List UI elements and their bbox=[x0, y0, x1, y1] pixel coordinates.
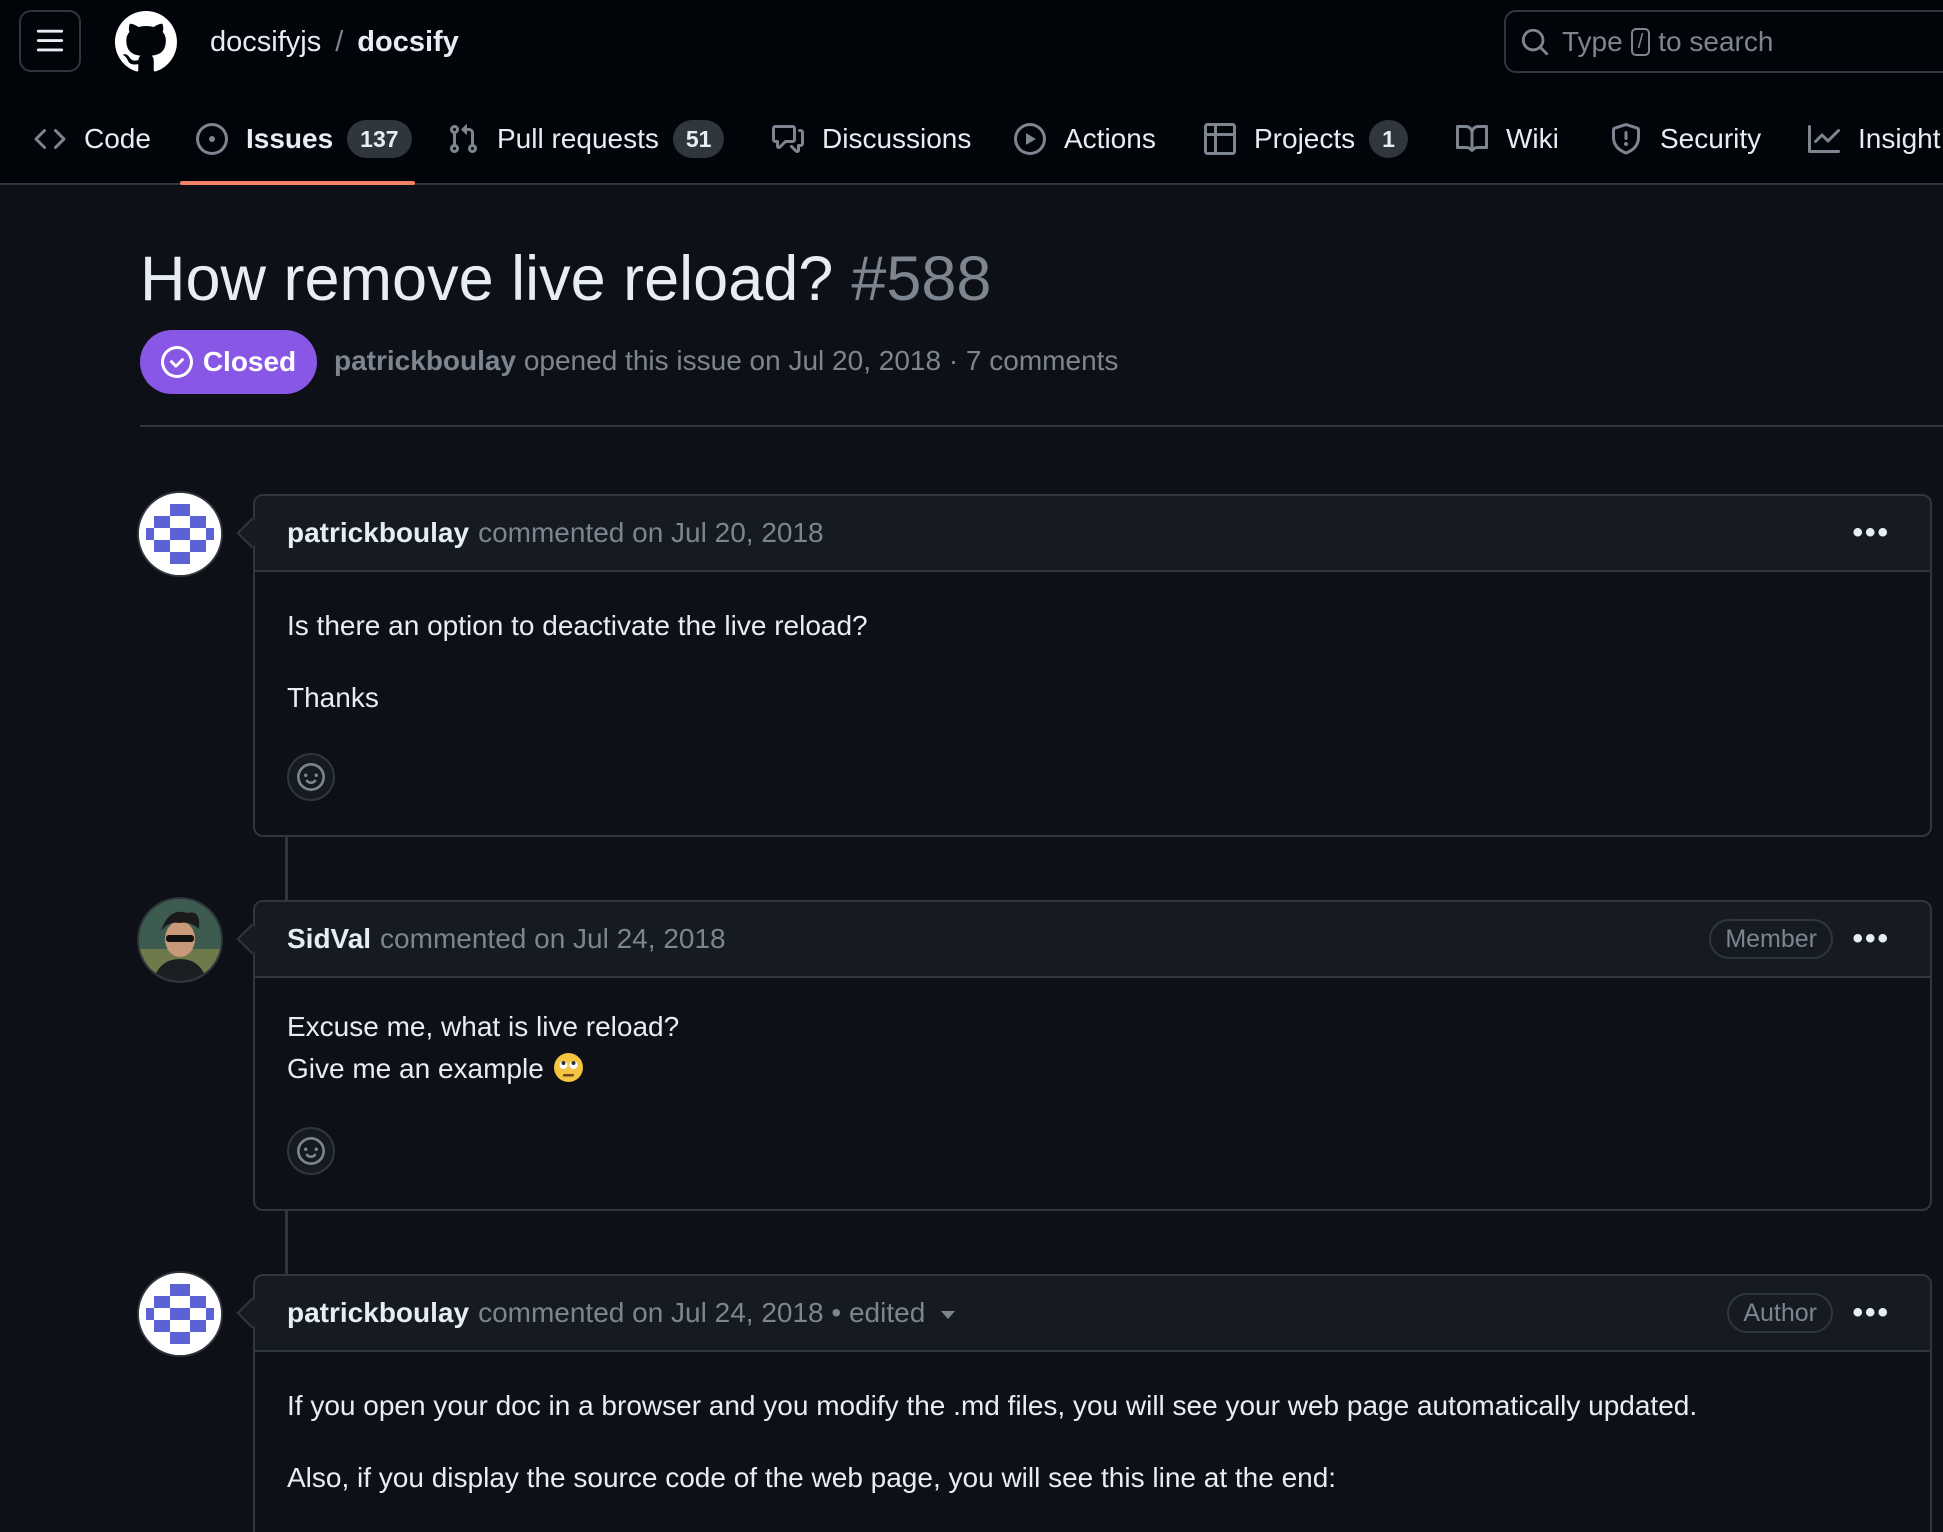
comment-author-link[interactable]: patrickboulay bbox=[287, 1297, 469, 1329]
tab-issues-label: Issues bbox=[246, 123, 334, 154]
github-logo-icon[interactable] bbox=[115, 11, 177, 73]
identicon-avatar bbox=[139, 1273, 221, 1355]
header-divider bbox=[140, 425, 1943, 427]
tab-projects[interactable]: Projects 1 bbox=[1204, 104, 1408, 174]
issue-meta-text: opened this issue on Jul 20, 2018 · 7 co… bbox=[523, 345, 1119, 376]
edit-history-dropdown-icon[interactable] bbox=[941, 1311, 956, 1319]
book-icon bbox=[1456, 124, 1488, 152]
tab-projects-label: Projects bbox=[1254, 123, 1356, 154]
kebab-horizontal-icon[interactable]: ••• bbox=[1852, 922, 1890, 956]
three-bars-icon bbox=[36, 29, 64, 52]
comment-paragraph: Give me an example bbox=[287, 1053, 544, 1084]
comment-discussion-icon bbox=[772, 125, 804, 153]
tab-insights[interactable]: Insight bbox=[1808, 104, 1941, 174]
identicon-avatar bbox=[139, 493, 221, 575]
comment-pointer bbox=[236, 517, 268, 549]
comment-paragraph: Also, if you display the source code of … bbox=[287, 1462, 1337, 1493]
member-badge: Member bbox=[1709, 919, 1833, 959]
tab-code-label: Code bbox=[84, 123, 151, 154]
comment-timestamp[interactable]: commented on Jul 20, 2018 bbox=[478, 517, 824, 549]
shield-icon bbox=[1612, 123, 1640, 155]
tab-discussions-label: Discussions bbox=[822, 123, 972, 154]
comment-pointer bbox=[236, 1297, 268, 1329]
avatar-patrickboulay[interactable] bbox=[139, 1273, 221, 1355]
rolling-eyes-emoji-icon bbox=[553, 1053, 583, 1082]
smiley-icon bbox=[297, 1137, 325, 1165]
issues-counter: 137 bbox=[347, 120, 412, 158]
tab-actions[interactable]: Actions bbox=[1014, 104, 1156, 174]
tab-actions-label: Actions bbox=[1064, 123, 1156, 154]
kebab-horizontal-icon[interactable]: ••• bbox=[1852, 1296, 1890, 1330]
comment-timestamp[interactable]: commented on Jul 24, 2018 bbox=[380, 923, 726, 955]
search-placeholder-suffix: to search bbox=[1658, 25, 1774, 57]
selected-tab-indicator bbox=[180, 181, 415, 185]
comment-paragraph: Is there an option to deactivate the liv… bbox=[287, 610, 868, 641]
git-pull-request-icon bbox=[449, 124, 478, 154]
issue-opened-icon bbox=[196, 123, 228, 155]
search-input[interactable]: Type / to search bbox=[1504, 10, 1943, 73]
play-icon bbox=[1014, 123, 1046, 155]
issue-meta: patrickboulay opened this issue on Jul 2… bbox=[334, 345, 1118, 377]
comment-body: If you open your doc in a browser and yo… bbox=[255, 1390, 1930, 1494]
issue-title-text: How remove live reload? bbox=[140, 244, 834, 314]
projects-counter: 1 bbox=[1369, 120, 1408, 158]
search-icon bbox=[1521, 28, 1549, 55]
comment-header: SidVal commented on Jul 24, 2018 Member … bbox=[236, 902, 1930, 978]
tab-pull-requests-label: Pull requests bbox=[497, 123, 659, 154]
comment-card: patrickboulay commented on Jul 24, 2018 … bbox=[236, 1274, 1932, 1532]
tab-security-label: Security bbox=[1660, 123, 1762, 154]
avatar-sidval[interactable] bbox=[139, 899, 221, 981]
issue-number: #588 bbox=[851, 244, 992, 314]
add-reaction-button[interactable] bbox=[287, 1127, 335, 1175]
avatar-patrickboulay[interactable] bbox=[139, 493, 221, 575]
search-shortcut-key: / bbox=[1630, 27, 1651, 56]
hamburger-menu-button[interactable] bbox=[19, 10, 81, 72]
repo-name-link[interactable]: docsify bbox=[357, 26, 459, 58]
comment-paragraph: Thanks bbox=[287, 682, 379, 713]
check-circle-icon bbox=[160, 346, 193, 378]
comment-body: Excuse me, what is live reload? Give me … bbox=[255, 1006, 1930, 1090]
pull-requests-counter: 51 bbox=[672, 120, 725, 158]
smiley-icon bbox=[297, 763, 325, 791]
graph-icon bbox=[1808, 125, 1840, 153]
table-icon bbox=[1204, 123, 1236, 155]
tab-wiki[interactable]: Wiki bbox=[1456, 104, 1559, 174]
global-header: docsifyjs / docsify Type / to search Code Is… bbox=[0, 0, 1943, 185]
comment-paragraph: Excuse me, what is live reload? bbox=[287, 1011, 680, 1042]
repo-nav-tabs: Code Issues 137 Pull requests 51 Discuss… bbox=[0, 104, 1943, 174]
comment-body: Is there an option to deactivate the liv… bbox=[255, 610, 1930, 714]
kebab-horizontal-icon[interactable]: ••• bbox=[1852, 516, 1890, 550]
tab-issues[interactable]: Issues 137 bbox=[196, 104, 412, 174]
comment-author-link[interactable]: patrickboulay bbox=[287, 517, 469, 549]
author-badge: Author bbox=[1727, 1293, 1833, 1333]
breadcrumb-separator: / bbox=[335, 26, 344, 58]
issue-state-label: Closed bbox=[202, 346, 297, 377]
tab-insights-label: Insight bbox=[1858, 123, 1941, 154]
tab-wiki-label: Wiki bbox=[1506, 123, 1559, 154]
tab-code[interactable]: Code bbox=[34, 104, 151, 174]
comment-card: SidVal commented on Jul 24, 2018 Member … bbox=[236, 900, 1932, 1211]
comment-pointer bbox=[236, 923, 268, 955]
timeline-connector bbox=[285, 836, 288, 901]
repo-owner-link[interactable]: docsifyjs bbox=[210, 26, 321, 58]
issue-title: How remove live reload? #588 bbox=[140, 240, 991, 318]
comment-author-link[interactable]: SidVal bbox=[287, 923, 371, 955]
code-icon bbox=[34, 128, 66, 150]
add-reaction-button[interactable] bbox=[287, 753, 335, 801]
user-photo-avatar bbox=[139, 899, 221, 981]
tab-security[interactable]: Security bbox=[1610, 104, 1761, 174]
tab-discussions[interactable]: Discussions bbox=[772, 104, 971, 174]
comment-card: patrickboulay commented on Jul 20, 2018 … bbox=[236, 494, 1932, 837]
comment-timestamp-edited[interactable]: commented on Jul 24, 2018 • edited bbox=[478, 1297, 925, 1329]
tab-pull-requests[interactable]: Pull requests 51 bbox=[447, 104, 725, 174]
search-placeholder-prefix: Type bbox=[1562, 25, 1623, 57]
timeline-connector bbox=[285, 1210, 288, 1275]
issue-author-link[interactable]: patrickboulay bbox=[334, 345, 516, 376]
comment-header: patrickboulay commented on Jul 20, 2018 … bbox=[236, 496, 1930, 572]
issue-state-badge: Closed bbox=[140, 330, 317, 394]
comment-header: patrickboulay commented on Jul 24, 2018 … bbox=[236, 1276, 1930, 1352]
repo-breadcrumb: docsifyjs / docsify bbox=[210, 22, 459, 62]
comment-paragraph: If you open your doc in a browser and yo… bbox=[287, 1390, 1698, 1421]
